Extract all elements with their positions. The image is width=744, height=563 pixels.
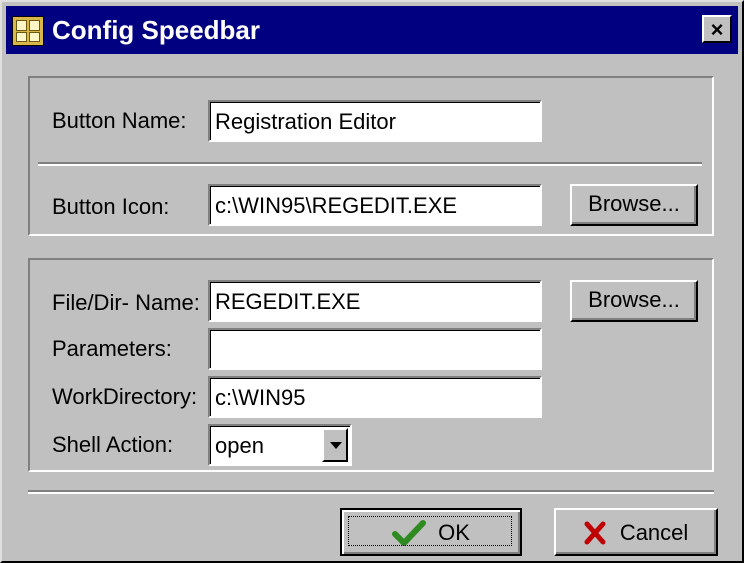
config-speedbar-dialog: Config Speedbar × Button Name: Registrat…	[0, 0, 744, 563]
file-name-field[interactable]: REGEDIT.EXE	[208, 280, 542, 322]
shell-action-select[interactable]: open	[208, 424, 352, 466]
cancel-label: Cancel	[619, 520, 689, 546]
button-settings-group: Button Name: Registration Editor Button …	[28, 76, 714, 236]
file-settings-group: File/Dir- Name: REGEDIT.EXE Browse... Pa…	[28, 258, 714, 472]
icon-browse-button[interactable]: Browse...	[570, 184, 698, 226]
ok-button[interactable]: OK	[340, 508, 522, 556]
button-name-field[interactable]: Registration Editor	[208, 100, 542, 142]
chevron-down-icon[interactable]	[322, 428, 348, 462]
file-browse-button[interactable]: Browse...	[570, 280, 698, 322]
work-directory-field[interactable]: c:\WIN95	[208, 376, 542, 418]
parameters-label: Parameters:	[52, 336, 172, 361]
close-icon: ×	[710, 17, 724, 42]
shell-action-label: Shell Action:	[52, 432, 174, 457]
group-divider	[38, 162, 702, 166]
shell-action-value: open	[215, 433, 264, 458]
app-icon	[12, 16, 44, 46]
close-button[interactable]: ×	[702, 15, 732, 43]
button-name-label: Button Name:	[52, 108, 187, 133]
file-name-label: File/Dir- Name:	[52, 290, 200, 315]
cancel-button[interactable]: Cancel	[554, 508, 718, 556]
work-directory-label: WorkDirectory:	[52, 384, 198, 409]
file-browse-label: Browse...	[588, 287, 680, 312]
parameters-field[interactable]	[208, 328, 542, 370]
title-bar[interactable]: Config Speedbar ×	[6, 6, 738, 54]
button-icon-field[interactable]: c:\WIN95\REGEDIT.EXE	[208, 184, 542, 226]
x-icon	[584, 521, 606, 545]
focus-rect	[348, 516, 512, 546]
window-title: Config Speedbar	[52, 15, 261, 45]
button-icon-label: Button Icon:	[52, 194, 170, 219]
icon-browse-label: Browse...	[588, 191, 680, 216]
footer-divider	[28, 490, 714, 494]
